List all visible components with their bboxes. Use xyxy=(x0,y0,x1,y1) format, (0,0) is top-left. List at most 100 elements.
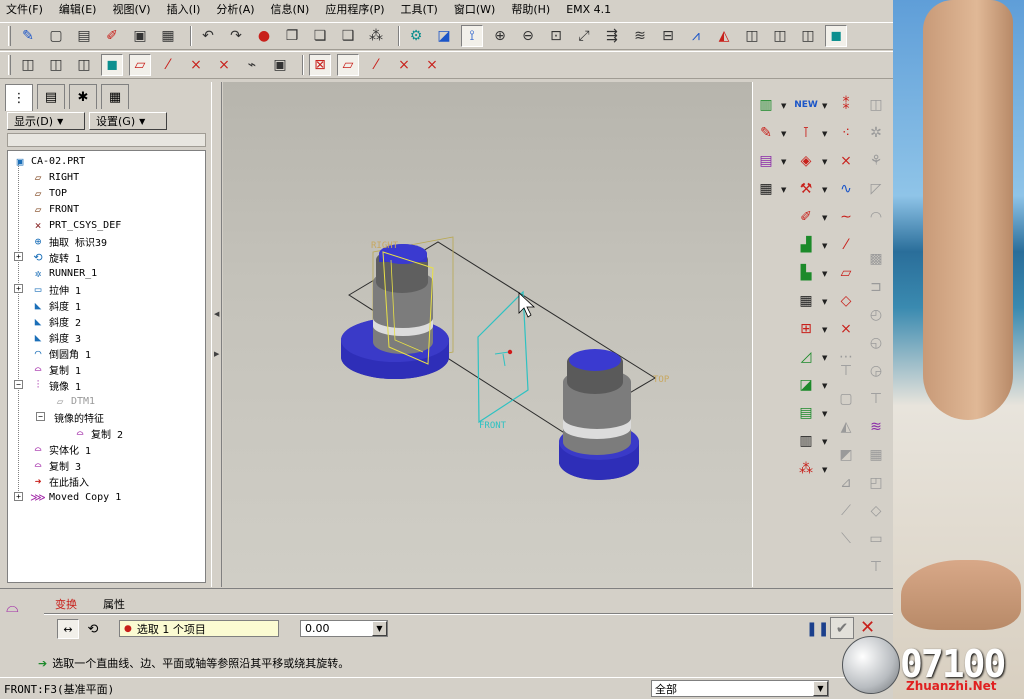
shell-tool-icon[interactable]: ◈ xyxy=(795,150,817,172)
refit-icon[interactable]: ⊡ xyxy=(545,25,567,47)
zoom-in-icon[interactable]: ⊕ xyxy=(489,25,511,47)
annotations-icon[interactable]: ▣ xyxy=(269,54,291,76)
tab-model-tree[interactable]: ⋮ xyxy=(5,84,33,111)
tab-folder-browser[interactable]: ▤ xyxy=(37,84,65,109)
redo-icon[interactable]: ↷ xyxy=(225,25,247,47)
layers-icon[interactable]: ≋ xyxy=(629,25,651,47)
no-hidden-icon[interactable]: ◫ xyxy=(797,25,819,47)
tree-item-extract[interactable]: ⊕ 抽取 标识39 xyxy=(30,233,107,249)
chevron-down-icon[interactable]: ▼ xyxy=(822,214,827,222)
undo-icon[interactable]: ↶ xyxy=(197,25,219,47)
chevron-down-icon[interactable]: ▼ xyxy=(781,186,786,194)
menu-window[interactable]: 窗口(W) xyxy=(454,1,495,17)
menu-help[interactable]: 帮助(H) xyxy=(511,1,550,17)
tree-item-copy-2[interactable]: ⌓ 复制 2 xyxy=(72,425,123,441)
view-wireframe-icon[interactable]: ◫ xyxy=(17,54,39,76)
tab-properties[interactable]: 属性 xyxy=(103,596,125,612)
spin-center-icon[interactable]: ⌁ xyxy=(241,54,263,76)
menu-view[interactable]: 视图(V) xyxy=(112,1,150,17)
datum-planes-icon[interactable]: ▱ xyxy=(129,54,151,76)
tree-item-right[interactable]: ▱ RIGHT xyxy=(30,169,79,185)
curve-tool-icon[interactable]: ▤ xyxy=(755,150,777,172)
csys-display-icon[interactable]: ⨯ xyxy=(213,54,235,76)
tree-item-mirror[interactable]: ⫶ 镜像 1 xyxy=(30,377,81,393)
mirror-tool-icon[interactable]: ⊞ xyxy=(795,318,817,340)
pattern-tool-icon[interactable]: ▦ xyxy=(795,290,817,312)
tree-item-solidify[interactable]: ⌓ 实体化 1 xyxy=(30,441,91,457)
datum-point-icon[interactable]: ⁑ xyxy=(835,94,857,116)
toolbar-grip[interactable] xyxy=(8,26,11,46)
tree-item-runner[interactable]: ✲ RUNNER_1 xyxy=(30,265,97,281)
datum-plane-tool-icon[interactable]: ▱ xyxy=(835,262,857,284)
sketch-display-icon[interactable]: ◭ xyxy=(713,25,735,47)
menu-tools[interactable]: 工具(T) xyxy=(401,1,438,17)
tree-item-csys[interactable]: ⨯ PRT_CSYS_DEF xyxy=(30,217,122,233)
chevron-down-icon[interactable]: ▼ xyxy=(822,298,827,306)
menu-insert[interactable]: 插入(I) xyxy=(167,1,201,17)
tree-item-round[interactable]: ◠ 倒圆角 1 xyxy=(30,345,91,361)
tree-item-extrude[interactable]: ▭ 拉伸 1 xyxy=(30,281,81,297)
thicken-tool-icon[interactable]: ⁂ xyxy=(795,458,817,480)
expand-right-icon[interactable]: ▶ xyxy=(214,350,219,358)
view-shaded-icon[interactable]: ◼ xyxy=(101,54,123,76)
draft-tool-icon[interactable]: ✐ xyxy=(795,206,817,228)
chevron-down-icon[interactable]: ▼ xyxy=(781,102,786,110)
style-tool-icon[interactable]: ≋ xyxy=(865,416,887,438)
hole-tool-icon[interactable]: ⊺ xyxy=(795,122,817,144)
tree-item-draft-1[interactable]: ◣ 斜度 1 xyxy=(30,297,81,313)
menu-applications[interactable]: 应用程序(P) xyxy=(325,1,384,17)
new-file-icon[interactable]: ▢ xyxy=(45,25,67,47)
settings-dropdown[interactable]: 设置(G) ▼ xyxy=(89,112,167,130)
wireframe-icon[interactable]: ◫ xyxy=(741,25,763,47)
chevron-down-icon[interactable]: ▼ xyxy=(822,466,827,474)
collapse-mirrored-features[interactable]: − xyxy=(36,412,45,421)
coord-sys-tool-icon[interactable]: ⨯ xyxy=(835,318,857,340)
collapse-left-icon[interactable]: ◀ xyxy=(214,310,219,318)
tree-item-draft-2[interactable]: ◣ 斜度 2 xyxy=(30,313,81,329)
model-color-icon[interactable]: ● xyxy=(253,25,275,47)
merge-tool-icon[interactable]: ◿ xyxy=(795,346,817,368)
chevron-down-icon[interactable]: ▼ xyxy=(822,354,827,362)
show-dropdown[interactable]: 显示(D) ▼ xyxy=(7,112,85,130)
view-nohidden-icon[interactable]: ◫ xyxy=(73,54,95,76)
chevron-down-icon[interactable]: ▼ xyxy=(781,158,786,166)
chevron-down-icon[interactable]: ▼ xyxy=(822,102,827,110)
panel-sash[interactable]: ◀ ▶ xyxy=(211,82,222,587)
chevron-down-icon[interactable]: ▼ xyxy=(822,130,827,138)
tree-item-revolve[interactable]: ⟲ 旋转 1 xyxy=(30,249,81,265)
datum-axis-icon[interactable]: ⁄ xyxy=(835,234,857,256)
chamfer-tool-icon[interactable]: ▙ xyxy=(795,262,817,284)
tree-item-insert-here[interactable]: ➜ 在此插入 xyxy=(30,473,89,489)
menu-analysis[interactable]: 分析(A) xyxy=(216,1,254,17)
chevron-down-icon[interactable]: ▼ xyxy=(822,326,827,334)
tree-item-root[interactable]: ▣ CA-02.PRT xyxy=(12,153,86,169)
menu-edit[interactable]: 编辑(E) xyxy=(59,1,97,17)
point-tool-icon[interactable]: × xyxy=(393,54,415,76)
toolbar-grip[interactable] xyxy=(8,55,11,75)
tree-item-copy-3[interactable]: ⌓ 复制 3 xyxy=(30,457,81,473)
paste-icon[interactable]: ❏ xyxy=(309,25,331,47)
tree-item-draft-3[interactable]: ◣ 斜度 3 xyxy=(30,329,81,345)
collapse-mirror[interactable]: − xyxy=(14,380,23,389)
chevron-down-icon[interactable]: ▼ xyxy=(822,410,827,418)
save-icon[interactable]: ▣ xyxy=(129,25,151,47)
tree-item-copy-1[interactable]: ⌓ 复制 1 xyxy=(30,361,81,377)
rib-tool-icon[interactable]: ⚒ xyxy=(795,178,817,200)
graphics-viewport[interactable]: RIGHT TOP FRONT xyxy=(223,82,752,587)
datum-csys-icon[interactable]: ⨯ xyxy=(835,150,857,172)
new-session-icon[interactable]: ✎ xyxy=(17,25,39,47)
datum-axes-icon[interactable]: ⁄ xyxy=(157,54,179,76)
copy-icon[interactable]: ❐ xyxy=(281,25,303,47)
spin-icon[interactable]: ⚙ xyxy=(405,25,427,47)
analysis-tool-icon[interactable]: ▦ xyxy=(755,178,777,200)
layer-plane-icon[interactable]: ◇ xyxy=(835,290,857,312)
extend-tool-icon[interactable]: ▤ xyxy=(795,402,817,424)
reorient-icon[interactable]: ⤢ xyxy=(573,25,595,47)
menu-emx[interactable]: EMX 4.1 xyxy=(566,3,611,16)
menu-info[interactable]: 信息(N) xyxy=(271,1,310,17)
chevron-down-icon[interactable]: ▼ xyxy=(781,130,786,138)
expand-extrude[interactable]: + xyxy=(14,284,23,293)
chevron-down-icon[interactable]: ▼ xyxy=(822,270,827,278)
insert-datum-icon[interactable]: ▥ xyxy=(755,94,777,116)
chevron-down-icon[interactable]: ▼ xyxy=(813,681,828,696)
